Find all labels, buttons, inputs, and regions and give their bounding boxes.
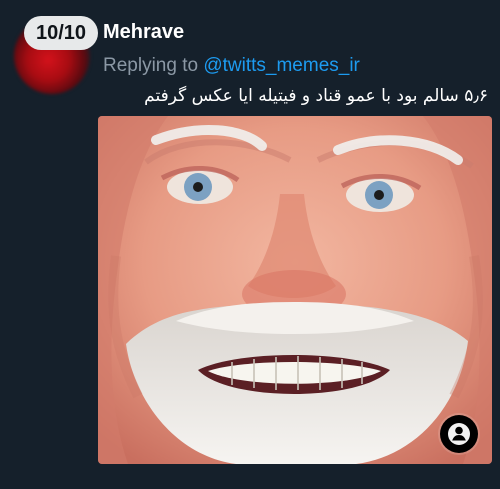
media-image[interactable] bbox=[98, 116, 492, 464]
reply-handle-link[interactable]: @twitts_memes_ir bbox=[203, 55, 360, 76]
face-photo bbox=[98, 116, 492, 464]
reply-prefix: Replying to bbox=[103, 55, 199, 76]
tweet-post: 10/10 Mehrave Replying to @twitts_memes_… bbox=[0, 0, 500, 489]
tweet-text: ۵٫۶ سالم بود با عمو قناد و فیتیله ایا عک… bbox=[144, 86, 488, 106]
display-name[interactable]: Mehrave bbox=[103, 21, 184, 44]
person-icon-glyph bbox=[448, 423, 470, 445]
reply-context: Replying to @twitts_memes_ir bbox=[103, 55, 360, 77]
media-counter-badge: 10/10 bbox=[24, 16, 98, 50]
person-icon[interactable] bbox=[440, 415, 478, 453]
